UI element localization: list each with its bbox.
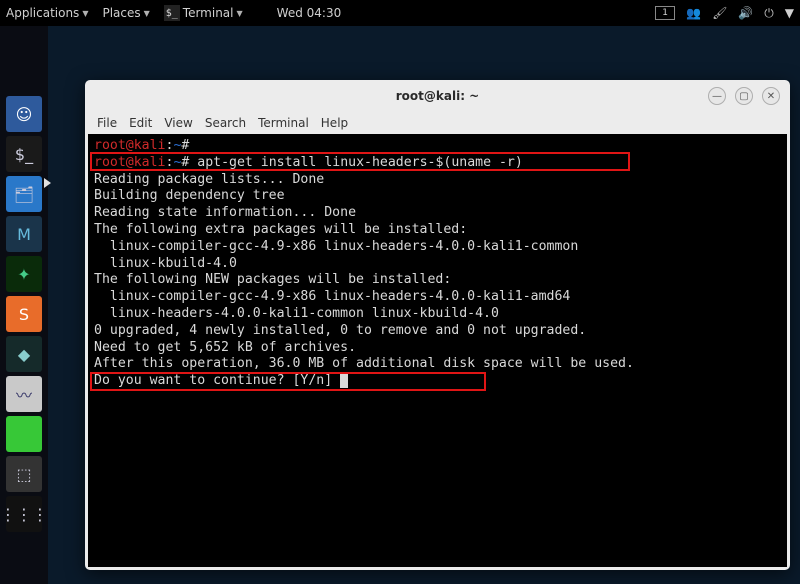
prompt-at: @	[126, 138, 134, 153]
out-line: The following NEW packages will be insta…	[94, 272, 451, 287]
out-line: Do you want to continue? [Y/n]	[94, 373, 340, 388]
menu-help[interactable]: Help	[321, 116, 348, 130]
active-application[interactable]: $_ Terminal ▼	[164, 5, 243, 21]
power-icon[interactable]: ⏻	[764, 6, 774, 21]
dock-terminal[interactable]: $_	[6, 136, 42, 172]
dock-show-apps[interactable]: ⋮⋮⋮	[6, 496, 42, 532]
dock-app-gray[interactable]: ⬚	[6, 456, 42, 492]
users-icon[interactable]: 👥	[686, 6, 701, 20]
dock-app-green[interactable]	[6, 416, 42, 452]
brush-icon[interactable]: 🖌	[712, 6, 727, 20]
out-line: Reading state information... Done	[94, 205, 356, 220]
dock-app-1[interactable]: ☺	[6, 96, 42, 132]
dock-maltego[interactable]: ◆	[6, 336, 42, 372]
chevron-down-icon: ▼	[144, 9, 150, 18]
clock-label: Wed 04:30	[277, 6, 342, 20]
maximize-button[interactable]: ▢	[735, 87, 753, 105]
out-line: linux-compiler-gcc-4.9-x86 linux-headers…	[94, 239, 578, 254]
volume-icon[interactable]: 🔊	[738, 6, 753, 20]
out-line: Need to get 5,652 kB of archives.	[94, 340, 356, 355]
menu-file[interactable]: File	[97, 116, 117, 130]
dock-metasploit[interactable]: M	[6, 216, 42, 252]
terminal-window: root@kali: ~ — ▢ ✕ File Edit View Search…	[85, 80, 790, 570]
chevron-down-icon: ▼	[237, 9, 243, 18]
chevron-down-icon: ▼	[82, 9, 88, 18]
close-button[interactable]: ✕	[762, 87, 780, 105]
active-app-label: Terminal	[183, 6, 234, 20]
prompt-symbol: #	[181, 138, 189, 153]
dock-burp[interactable]: S	[6, 296, 42, 332]
out-line: Building dependency tree	[94, 188, 340, 203]
out-line: linux-headers-4.0.0-kali1-common linux-k…	[94, 306, 499, 321]
places-label: Places	[102, 6, 140, 20]
menu-terminal[interactable]: Terminal	[258, 116, 309, 130]
cursor	[340, 374, 348, 388]
titlebar[interactable]: root@kali: ~ — ▢ ✕	[85, 80, 790, 112]
prompt-host: kali	[134, 138, 166, 153]
applications-menu[interactable]: Applications ▼	[6, 5, 88, 21]
dock: ☺ $_ 🗂 M ✦ S ◆ 〰 ⬚ ⋮⋮⋮	[0, 26, 48, 584]
chevron-down-icon: ▼	[785, 6, 794, 20]
dock-wireshark[interactable]: 〰	[6, 376, 42, 412]
terminal-icon: $_	[164, 5, 180, 21]
dock-armitage[interactable]: ✦	[6, 256, 42, 292]
out-line: linux-kbuild-4.0	[94, 256, 237, 271]
minimize-button[interactable]: —	[708, 87, 726, 105]
out-line: The following extra packages will be ins…	[94, 222, 467, 237]
prompt-user: root	[94, 138, 126, 153]
out-line: After this operation, 36.0 MB of additio…	[94, 356, 634, 371]
menu-view[interactable]: View	[164, 116, 192, 130]
top-panel: Applications ▼ Places ▼ $_ Terminal ▼ We…	[0, 0, 800, 26]
active-indicator	[44, 178, 51, 188]
dock-files[interactable]: 🗂	[6, 176, 42, 212]
window-title: root@kali: ~	[85, 89, 790, 103]
menubar: File Edit View Search Terminal Help	[85, 112, 790, 134]
command-text: apt-get install linux-headers-$(uname -r…	[189, 155, 522, 170]
out-line: 0 upgraded, 4 newly installed, 0 to remo…	[94, 323, 586, 338]
out-line: Reading package lists... Done	[94, 172, 324, 187]
out-line: linux-compiler-gcc-4.9-x86 linux-headers…	[94, 289, 570, 304]
applications-label: Applications	[6, 6, 79, 20]
menu-edit[interactable]: Edit	[129, 116, 152, 130]
places-menu[interactable]: Places ▼	[102, 5, 149, 21]
terminal-output[interactable]: root@kali:~# root@kali:~# apt-get instal…	[88, 134, 787, 567]
workspace-indicator[interactable]: 1	[655, 6, 675, 20]
menu-search[interactable]: Search	[205, 116, 246, 130]
